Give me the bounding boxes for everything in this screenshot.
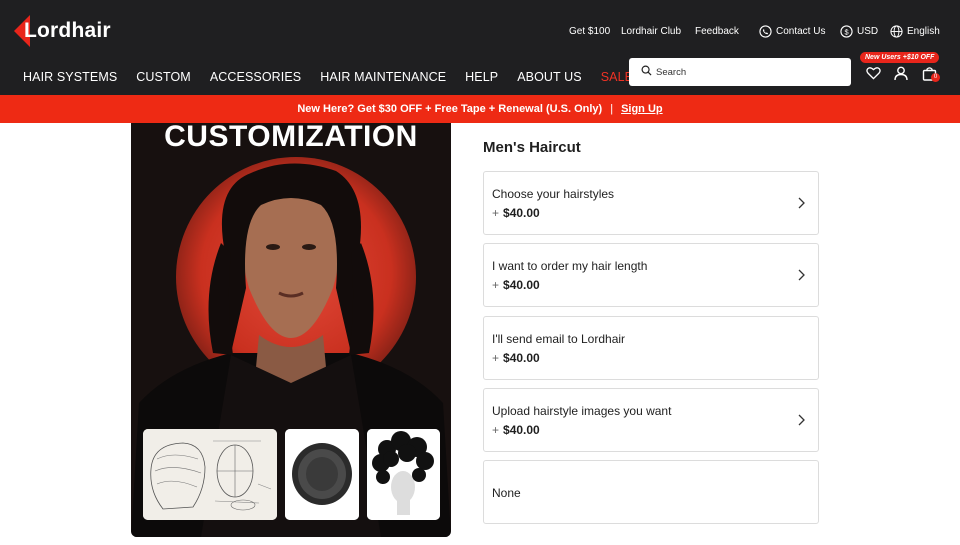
options-title: Men's Haircut — [483, 139, 581, 156]
wishlist-heart-icon[interactable] — [865, 65, 881, 81]
promo-banner: New Here? Get $30 OFF + Free Tape + Rene… — [0, 95, 960, 123]
nav-help[interactable]: HELP — [465, 70, 498, 84]
option-send-email[interactable]: I'll send email to Lordhair + $40.00 — [483, 316, 819, 380]
option-label: Upload hairstyle images you want — [492, 404, 672, 418]
hair-base-thumbnail[interactable] — [285, 429, 359, 520]
nav-accessories[interactable]: ACCESSORIES — [210, 70, 301, 84]
language-label: English — [907, 25, 940, 37]
svg-text:$: $ — [844, 27, 848, 36]
contact-us-label: Contact Us — [776, 25, 826, 37]
main-nav: HAIR SYSTEMS CUSTOM ACCESSORIES HAIR MAI… — [23, 68, 633, 86]
option-none[interactable]: None — [483, 460, 819, 524]
price-value: $40.00 — [503, 278, 540, 292]
price-plus: + — [492, 278, 500, 292]
option-price: + $40.00 — [492, 423, 540, 437]
nav-hair-systems[interactable]: HAIR SYSTEMS — [23, 70, 117, 84]
nav-custom[interactable]: CUSTOM — [136, 70, 191, 84]
price-plus: + — [492, 423, 500, 437]
phone-icon — [759, 24, 772, 38]
lordhair-club-label: Lordhair Club — [621, 25, 682, 37]
sketch-thumbnail[interactable] — [143, 429, 277, 520]
get-100-label: Get $100 — [569, 25, 611, 37]
lordhair-logo[interactable]: Lordhair — [14, 14, 111, 48]
search-box[interactable] — [629, 58, 851, 86]
option-hair-length[interactable]: I want to order my hair length + $40.00 — [483, 243, 819, 307]
option-price: + $40.00 — [492, 206, 540, 220]
option-label: Choose your hairstyles — [492, 187, 615, 201]
chevron-right-icon — [798, 197, 805, 209]
nav-hair-maintenance[interactable]: HAIR MAINTENANCE — [320, 70, 446, 84]
curly-wig-thumbnail[interactable] — [367, 429, 440, 520]
option-label: None — [492, 486, 521, 500]
get-100-link[interactable]: Get $100 — [569, 23, 610, 39]
option-price: + $40.00 — [492, 351, 540, 365]
option-label: I'll send email to Lordhair — [492, 332, 626, 346]
hero-title: CUSTOMIZATION — [164, 123, 418, 153]
dollar-icon: $ — [840, 24, 853, 38]
logo-text: Lordhair — [24, 19, 111, 42]
new-user-promo-badge: New Users +$10 OFF — [860, 52, 940, 63]
price-plus: + — [492, 351, 500, 365]
feedback-label: Feedback — [695, 25, 739, 37]
price-value: $40.00 — [503, 351, 540, 365]
language-selector[interactable]: English — [890, 23, 940, 39]
globe-icon — [890, 24, 903, 38]
site-header: Lordhair Get $100 Lordhair Club Feedback… — [0, 0, 960, 95]
contact-us-link[interactable]: Contact Us — [759, 23, 825, 39]
option-upload-images[interactable]: Upload hairstyle images you want + $40.00 — [483, 388, 819, 452]
option-price: + $40.00 — [492, 278, 540, 292]
promo-text: New Here? Get $30 OFF + Free Tape + Rene… — [297, 103, 603, 115]
option-label: I want to order my hair length — [492, 259, 648, 273]
sign-up-link[interactable]: Sign Up — [621, 103, 663, 115]
currency-label: USD — [857, 25, 879, 37]
chevron-right-icon — [798, 269, 805, 281]
search-icon — [641, 63, 652, 81]
search-input[interactable] — [656, 66, 836, 78]
feedback-link[interactable]: Feedback — [695, 23, 739, 39]
price-plus: + — [492, 206, 500, 220]
account-user-icon[interactable] — [893, 65, 909, 81]
promo-separator: | — [610, 103, 614, 115]
customization-hero-image: CUSTOMIZATION — [131, 123, 451, 537]
price-value: $40.00 — [503, 423, 540, 437]
price-value: $40.00 — [503, 206, 540, 220]
cart-count-badge: 0 — [931, 73, 940, 82]
nav-about-us[interactable]: ABOUT US — [517, 70, 581, 84]
lordhair-club-link[interactable]: Lordhair Club — [621, 23, 681, 39]
chevron-right-icon — [798, 414, 805, 426]
currency-selector[interactable]: $ USD — [840, 23, 878, 39]
option-choose-hairstyles[interactable]: Choose your hairstyles + $40.00 — [483, 171, 819, 235]
